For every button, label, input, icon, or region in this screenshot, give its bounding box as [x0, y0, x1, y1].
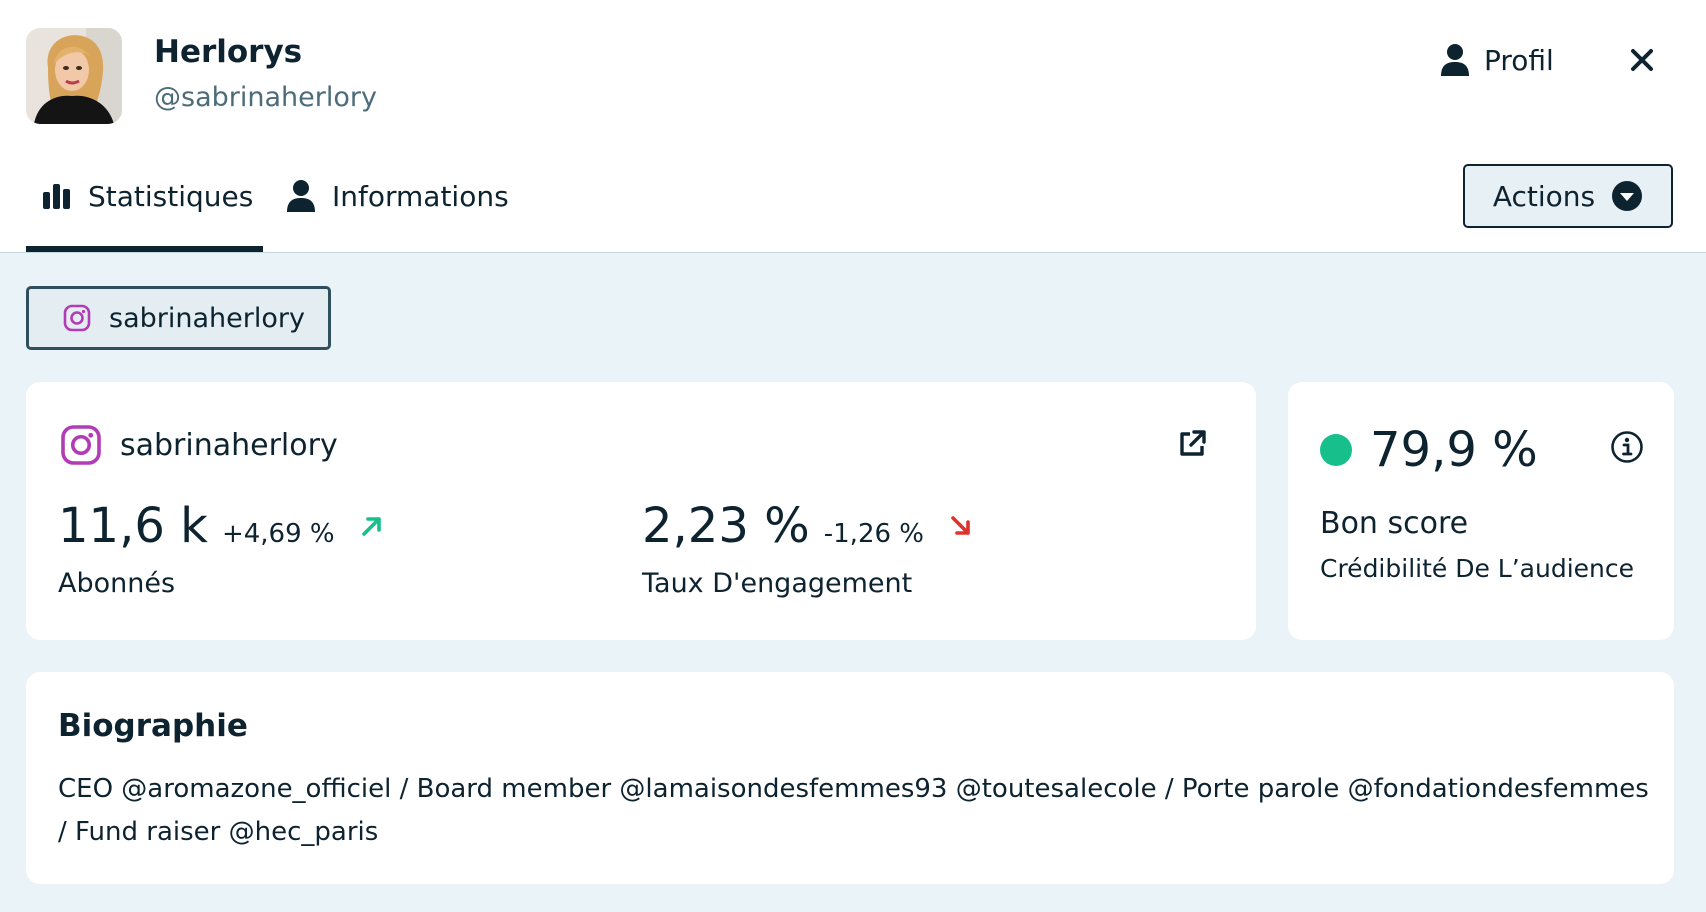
account-chip[interactable]: sabrinaherlory: [26, 286, 331, 350]
avatar: [26, 28, 122, 124]
profile-header: Herlorys @sabrinaherlory Profil Statisti…: [0, 0, 1706, 253]
engagement-value: 2,23 %: [642, 498, 810, 554]
external-link-icon: [1180, 430, 1206, 456]
score-status-dot: [1320, 434, 1352, 466]
account-chip-label: sabrinaherlory: [109, 302, 305, 334]
score-sublabel: Crédibilité De L’audience: [1320, 554, 1635, 583]
stats-account-name: sabrinaherlory: [120, 427, 338, 463]
followers-delta: +4,69 %: [221, 519, 335, 549]
profil-button[interactable]: Profil: [1440, 38, 1554, 82]
external-link-button[interactable]: [1176, 428, 1208, 460]
profile-handle: @sabrinaherlory: [154, 82, 377, 113]
actions-button[interactable]: Actions: [1463, 164, 1673, 228]
stats-card: sabrinaherlory 11,6 k +4,69 % Abonnés 2,…: [26, 382, 1256, 640]
info-icon[interactable]: [1610, 430, 1644, 464]
active-tab-indicator: [26, 246, 263, 252]
engagement-label: Taux D'engagement: [642, 568, 913, 599]
user-icon: [287, 180, 315, 212]
tab-statistiques-label: Statistiques: [88, 179, 254, 213]
profil-label: Profil: [1484, 43, 1554, 77]
bar-chart-icon: [43, 184, 70, 209]
user-icon: [1441, 44, 1469, 76]
score-value: 79,9 %: [1370, 422, 1538, 478]
tab-informations[interactable]: Informations: [286, 170, 509, 222]
actions-label: Actions: [1492, 179, 1596, 213]
close-button[interactable]: [1624, 42, 1660, 78]
tab-informations-label: Informations: [332, 179, 509, 213]
trend-up-icon: [361, 517, 381, 536]
instagram-icon: [61, 425, 101, 465]
close-icon: [1631, 49, 1653, 71]
biography-card: Biographie CEO @aromazone_officiel / Boa…: [26, 672, 1674, 884]
score-label: Bon score: [1320, 506, 1469, 541]
engagement-delta: -1,26 %: [823, 519, 924, 549]
chevron-down-icon: [1612, 181, 1643, 211]
biography-text: CEO @aromazone_officiel / Board member @…: [58, 774, 1649, 847]
profile-name: Herlorys: [154, 34, 303, 70]
stats-account: sabrinaherlory: [60, 424, 338, 466]
instagram-icon: [63, 304, 91, 332]
biography-title: Biographie: [58, 708, 248, 744]
credibility-card: 79,9 % Bon score Crédibilité De L’audien…: [1288, 382, 1674, 640]
tab-statistiques[interactable]: Statistiques: [42, 170, 253, 222]
followers-metric: 11,6 k +4,69 % Abonnés: [58, 498, 385, 599]
trend-down-icon: [951, 516, 970, 535]
followers-value: 11,6 k: [58, 498, 208, 554]
followers-label: Abonnés: [58, 568, 176, 599]
engagement-metric: 2,23 % -1,26 % Taux D'engagement: [642, 498, 974, 599]
